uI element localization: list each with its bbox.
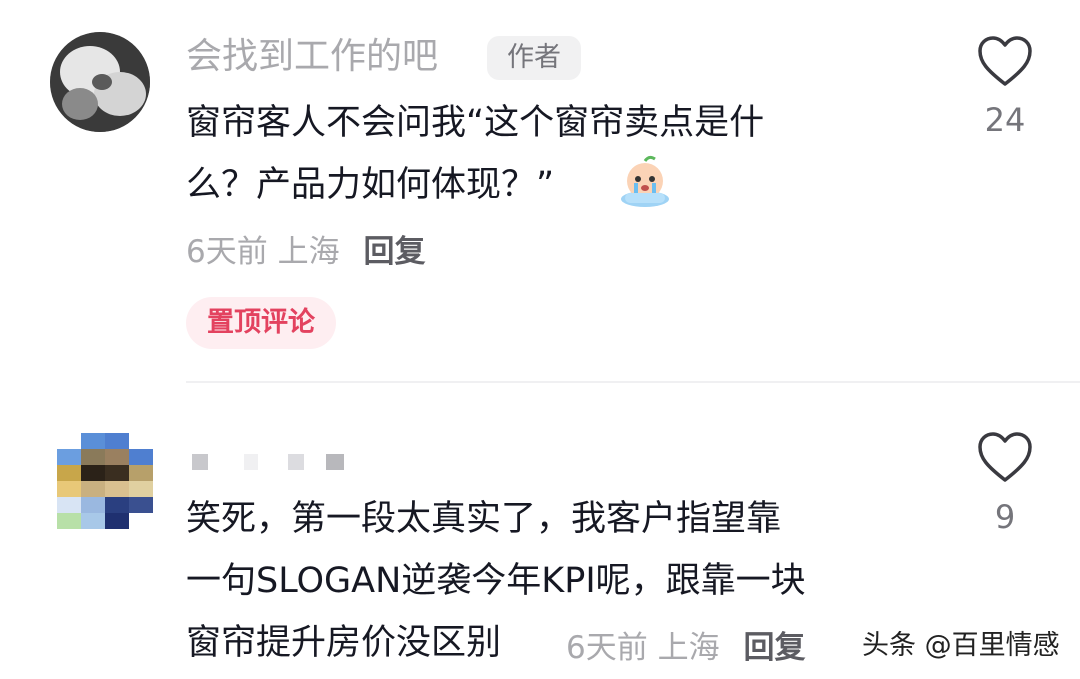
like-count: 9: [994, 498, 1016, 536]
like-count: 24: [984, 101, 1026, 139]
crying-face-emoji-icon: [617, 153, 673, 209]
redacted-username-blocks: [192, 454, 344, 470]
author-badge: 作者: [487, 36, 581, 80]
heart-outline-icon[interactable]: [977, 36, 1033, 88]
comment-location: 上海: [277, 234, 340, 270]
comment-text-line: 么？产品力如何体现？”: [186, 165, 555, 205]
pinned-comment-badge: 置顶评论: [186, 297, 336, 349]
reply-button[interactable]: 回复: [743, 630, 805, 666]
comment-time: 6天前: [566, 630, 648, 666]
comment-meta: 6天前 上海 回复: [566, 628, 805, 668]
watermark: 头条 @百里情感: [862, 630, 1060, 661]
divider: [186, 381, 1080, 383]
reply-button[interactable]: 回复: [363, 234, 425, 270]
comment-text-line: 窗帘提升房价没区别: [186, 623, 502, 663]
avatar[interactable]: [57, 433, 153, 529]
comment-time: 6天前: [186, 234, 268, 270]
username-redacted[interactable]: [186, 452, 356, 474]
comment-text-line: 窗帘客人不会问我“这个窗帘卖点是什: [186, 103, 765, 143]
avatar[interactable]: [50, 32, 150, 132]
avatar-image: [50, 32, 150, 132]
comment-text-line: 一句SLOGAN逆袭今年KPI呢，跟靠一块: [186, 561, 806, 601]
comment-location: 上海: [657, 630, 720, 666]
comment-text-line: 笑死，第一段太真实了，我客户指望靠: [186, 499, 782, 539]
pixelated-avatar-image: [57, 433, 153, 529]
heart-outline-icon[interactable]: [977, 432, 1033, 484]
comment-meta: 6天前 上海 回复: [186, 232, 425, 272]
username[interactable]: 会找到工作的吧: [186, 34, 438, 80]
